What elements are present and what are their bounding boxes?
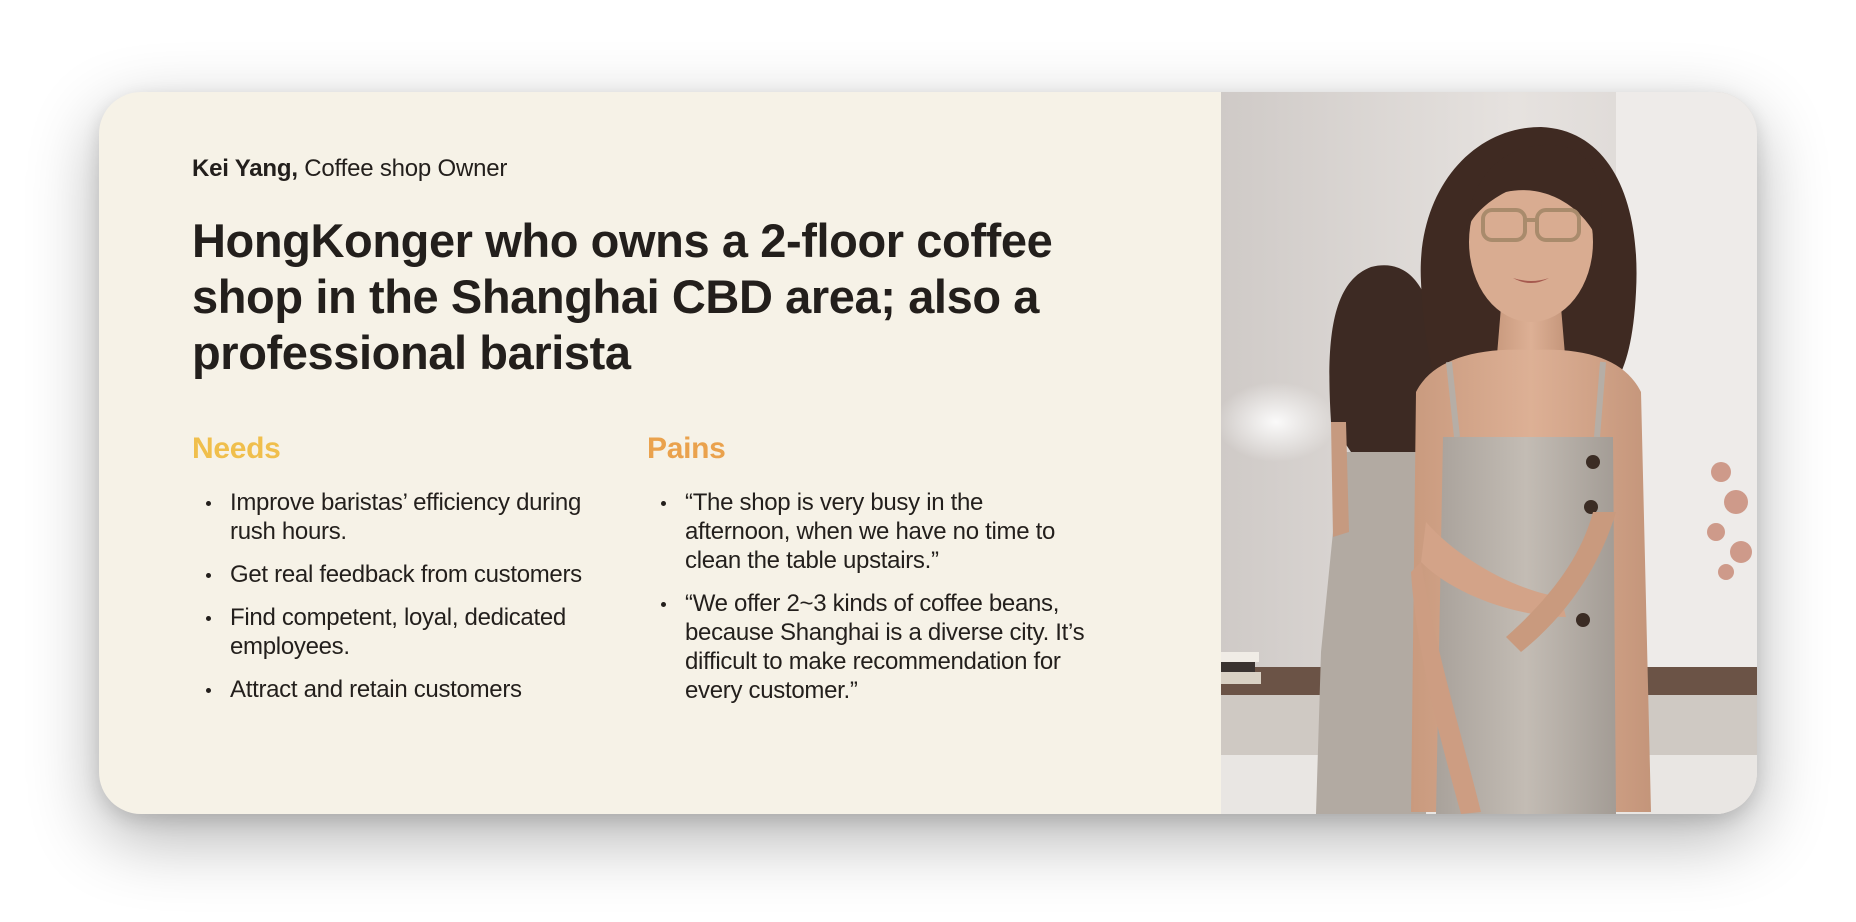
portrait-illustration xyxy=(1221,92,1757,814)
pains-item: “The shop is very busy in the afternoon,… xyxy=(647,488,1087,575)
bullet-dot-icon xyxy=(661,501,666,506)
bullet-dot-icon xyxy=(206,688,211,693)
pains-title: Pains xyxy=(647,432,726,465)
pains-item: “We offer 2~3 kinds of coffee beans, bec… xyxy=(647,589,1087,705)
pains-column: Pains “The shop is very busy in the afte… xyxy=(647,432,1087,719)
bullet-dot-icon xyxy=(661,602,666,607)
persona-line: Kei Yang, Coffee shop Owner xyxy=(192,152,1221,186)
needs-pains-columns: Needs Improve baristas’ efficiency durin… xyxy=(192,432,1142,772)
needs-column: Needs Improve baristas’ efficiency durin… xyxy=(192,432,622,718)
needs-item: Find competent, loyal, dedicated employe… xyxy=(192,603,622,661)
bullet-dot-icon xyxy=(206,616,211,621)
needs-list: Improve baristas’ efficiency during rush… xyxy=(192,488,622,704)
persona-card: Kei Yang, Coffee shop Owner HongKonger w… xyxy=(99,92,1757,814)
persona-role: Coffee shop Owner xyxy=(304,155,508,182)
persona-content: Kei Yang, Coffee shop Owner HongKonger w… xyxy=(99,92,1221,814)
persona-headline: HongKonger who owns a 2-floor coffee sho… xyxy=(192,214,1053,379)
needs-title: Needs xyxy=(192,432,281,465)
needs-item: Get real feedback from customers xyxy=(192,560,622,589)
needs-item: Improve baristas’ efficiency during rush… xyxy=(192,488,622,546)
bullet-dot-icon xyxy=(206,573,211,578)
portrait-photo xyxy=(1221,92,1757,814)
bullet-dot-icon xyxy=(206,501,211,506)
needs-item: Attract and retain customers xyxy=(192,675,622,704)
pains-list: “The shop is very busy in the afternoon,… xyxy=(647,488,1087,705)
persona-name: Kei Yang, xyxy=(192,155,298,182)
